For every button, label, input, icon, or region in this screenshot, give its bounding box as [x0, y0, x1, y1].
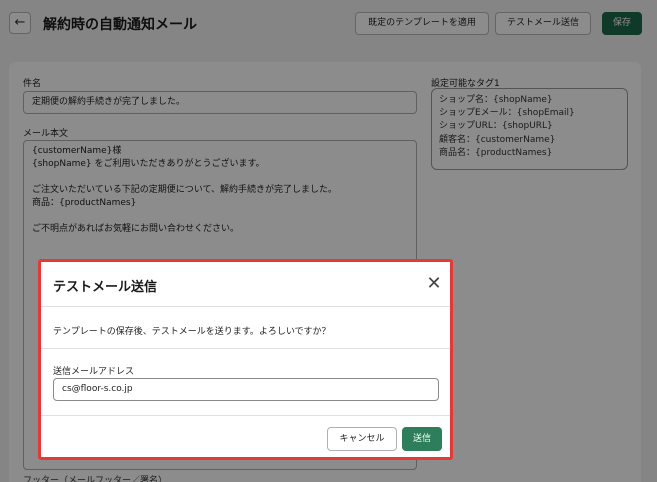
email-field[interactable]: cs@floor-s.co.jp — [53, 378, 439, 401]
divider — [41, 348, 450, 349]
modal-message: テンプレートの保存後、テストメールを送ります。よろしいですか？ — [53, 327, 331, 337]
email-label: 送信メールアドレス — [53, 367, 135, 377]
divider — [41, 306, 450, 307]
divider — [41, 415, 450, 416]
send-button[interactable]: 送信 — [402, 427, 442, 451]
test-email-modal: テストメール送信 ✕ テンプレートの保存後、テストメールを送ります。よろしいです… — [38, 259, 453, 460]
cancel-button[interactable]: キャンセル — [327, 427, 397, 451]
modal-title: テストメール送信 — [53, 280, 158, 295]
close-icon[interactable]: ✕ — [425, 275, 443, 293]
